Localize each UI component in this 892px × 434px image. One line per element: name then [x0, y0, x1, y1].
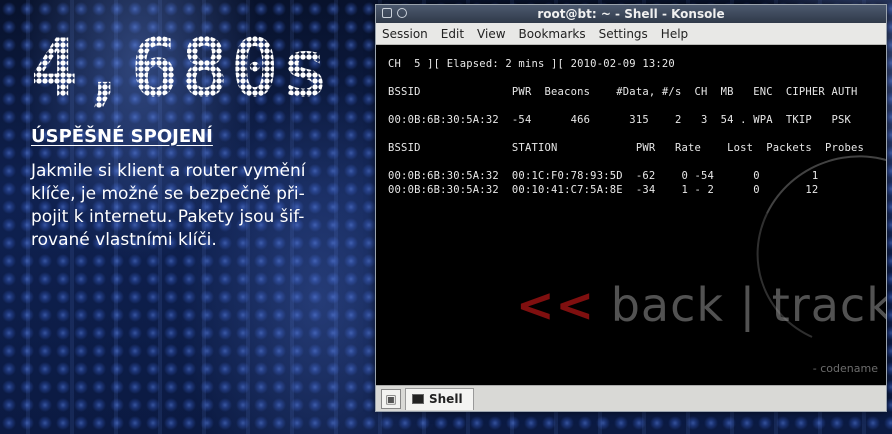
menu-help[interactable]: Help [661, 27, 688, 41]
article-body: Jakmile si klient a router vymění klíče,… [31, 160, 351, 252]
big-number: 4,680s [30, 22, 331, 115]
station-table-header: BSSID STATION PWR Rate Lost Packets Prob… [388, 142, 865, 154]
window-titlebar[interactable]: root@bt: ~ - Shell - Konsole [376, 5, 886, 23]
wallpaper-codename: - codename [812, 362, 878, 375]
window-pin-icon[interactable] [397, 8, 407, 18]
station-table-row: 00:0B:6B:30:5A:32 00:1C:F0:78:93:5D -62 … [388, 170, 819, 182]
menubar: Session Edit View Bookmarks Settings Hel… [376, 23, 886, 45]
terminal-area[interactable]: << back | track 4 - codename CH 5 ][ Ela… [376, 46, 886, 386]
window-menu-icon[interactable] [382, 8, 392, 18]
ap-table-row: 00:0B:6B:30:5A:32 -54 466 315 2 3 54 . W… [388, 114, 852, 126]
menu-settings[interactable]: Settings [599, 27, 648, 41]
body-line: Jakmile si klient a router vymění [31, 161, 306, 181]
wallpaper-smoke-swirl [729, 127, 886, 375]
ap-table-header: BSSID PWR Beacons #Data, #/s CH MB ENC C… [388, 86, 858, 98]
logo-text: back | track 4 [610, 278, 886, 332]
terminal-status-line: CH 5 ][ Elapsed: 2 mins ][ 2010-02-09 13… [388, 58, 675, 70]
menu-view[interactable]: View [477, 27, 505, 41]
menu-session[interactable]: Session [382, 27, 428, 41]
backtrack-logo: << back | track 4 [516, 278, 886, 332]
menu-bookmarks[interactable]: Bookmarks [519, 27, 586, 41]
terminal-icon [412, 394, 424, 404]
body-line: klíče, je možné se bezpečně při- [31, 184, 305, 204]
new-tab-icon[interactable]: ▣ [381, 388, 401, 409]
tab-shell[interactable]: Shell [405, 387, 474, 410]
body-line: rované vlastními klíči. [31, 230, 217, 250]
konsole-window: root@bt: ~ - Shell - Konsole Session Edi… [375, 4, 887, 412]
station-table-row: 00:0B:6B:30:5A:32 00:10:41:C7:5A:8E -34 … [388, 184, 819, 196]
menu-edit[interactable]: Edit [441, 27, 464, 41]
tab-bar: ▣ Shell [376, 385, 886, 411]
article-heading: ÚSPĚŠNÉ SPOJENÍ [31, 126, 213, 147]
body-line: pojit k internetu. Pakety jsou šif- [31, 207, 305, 227]
logo-chevrons: << [516, 278, 596, 332]
tab-label: Shell [429, 392, 463, 406]
window-title: root@bt: ~ - Shell - Konsole [537, 7, 725, 21]
